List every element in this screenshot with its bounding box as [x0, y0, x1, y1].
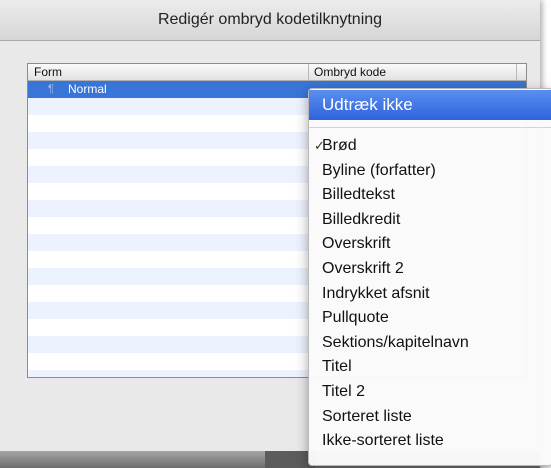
table-header: Form Ombryd kode — [28, 64, 526, 81]
menu-item-label: Sektions/kapitelnavn — [322, 333, 469, 351]
row-style-name: Normal — [68, 82, 107, 96]
menu-item-label: Overskrift — [322, 235, 391, 253]
menu-item-label: Billedtekst — [322, 186, 395, 204]
menu-item-sorteret-liste[interactable]: Sorteret liste — [309, 405, 551, 429]
menu-item-overskrift-2[interactable]: Overskrift 2 — [309, 257, 551, 281]
menu-item-titel[interactable]: Titel — [309, 355, 551, 379]
menu-separator — [309, 127, 551, 128]
menu-item-label: Sorteret liste — [322, 407, 412, 425]
menu-item-label: Udtræk ikke — [322, 95, 413, 114]
menu-item-label: Titel — [322, 358, 352, 376]
column-divider — [516, 64, 517, 80]
menu-item-ikke-sorteret-liste[interactable]: Ikke-sorteret liste — [309, 429, 551, 453]
menu-item-sektions-kapitelnavn[interactable]: Sektions/kapitelnavn — [309, 331, 551, 355]
menu-item-label: Byline (forfatter) — [322, 161, 436, 179]
menu-item-titel-2[interactable]: Titel 2 — [309, 380, 551, 404]
menu-item-label: Billedkredit — [322, 210, 401, 228]
menu-item-label: Pullquote — [322, 309, 389, 327]
column-header-ombryd-kode[interactable]: Ombryd kode — [314, 64, 386, 80]
wrap-code-popup-menu: Udtræk ikke ✓ Brød Byline (forfatter) Bille… — [308, 88, 551, 466]
menu-item-label: Brød — [322, 137, 357, 154]
menu-item-billedkredit[interactable]: Billedkredit — [309, 208, 551, 232]
menu-item-udtraek-ikke[interactable]: Udtræk ikke — [309, 90, 551, 120]
paragraph-style-icon: ¶ — [48, 83, 54, 95]
menu-item-overskrift[interactable]: Overskrift — [309, 232, 551, 256]
menu-item-brød[interactable]: ✓ Brød — [309, 134, 551, 158]
column-divider — [308, 64, 309, 80]
menu-item-label: Ikke-sorteret liste — [322, 432, 444, 450]
menu-item-label: Overskrift 2 — [322, 260, 404, 277]
menu-item-label: Titel 2 — [322, 383, 365, 400]
menu-item-byline-forfatter-[interactable]: Byline (forfatter) — [309, 159, 551, 183]
column-header-form[interactable]: Form — [34, 64, 62, 80]
menu-item-billedtekst[interactable]: Billedtekst — [309, 183, 551, 207]
window-title: Redigér ombryd kodetilknytning — [0, 0, 540, 41]
menu-item-label: Indrykket afsnit — [322, 284, 430, 302]
menu-item-indrykket-afsnit[interactable]: Indrykket afsnit — [309, 282, 551, 306]
menu-item-pullquote[interactable]: Pullquote — [309, 306, 551, 330]
